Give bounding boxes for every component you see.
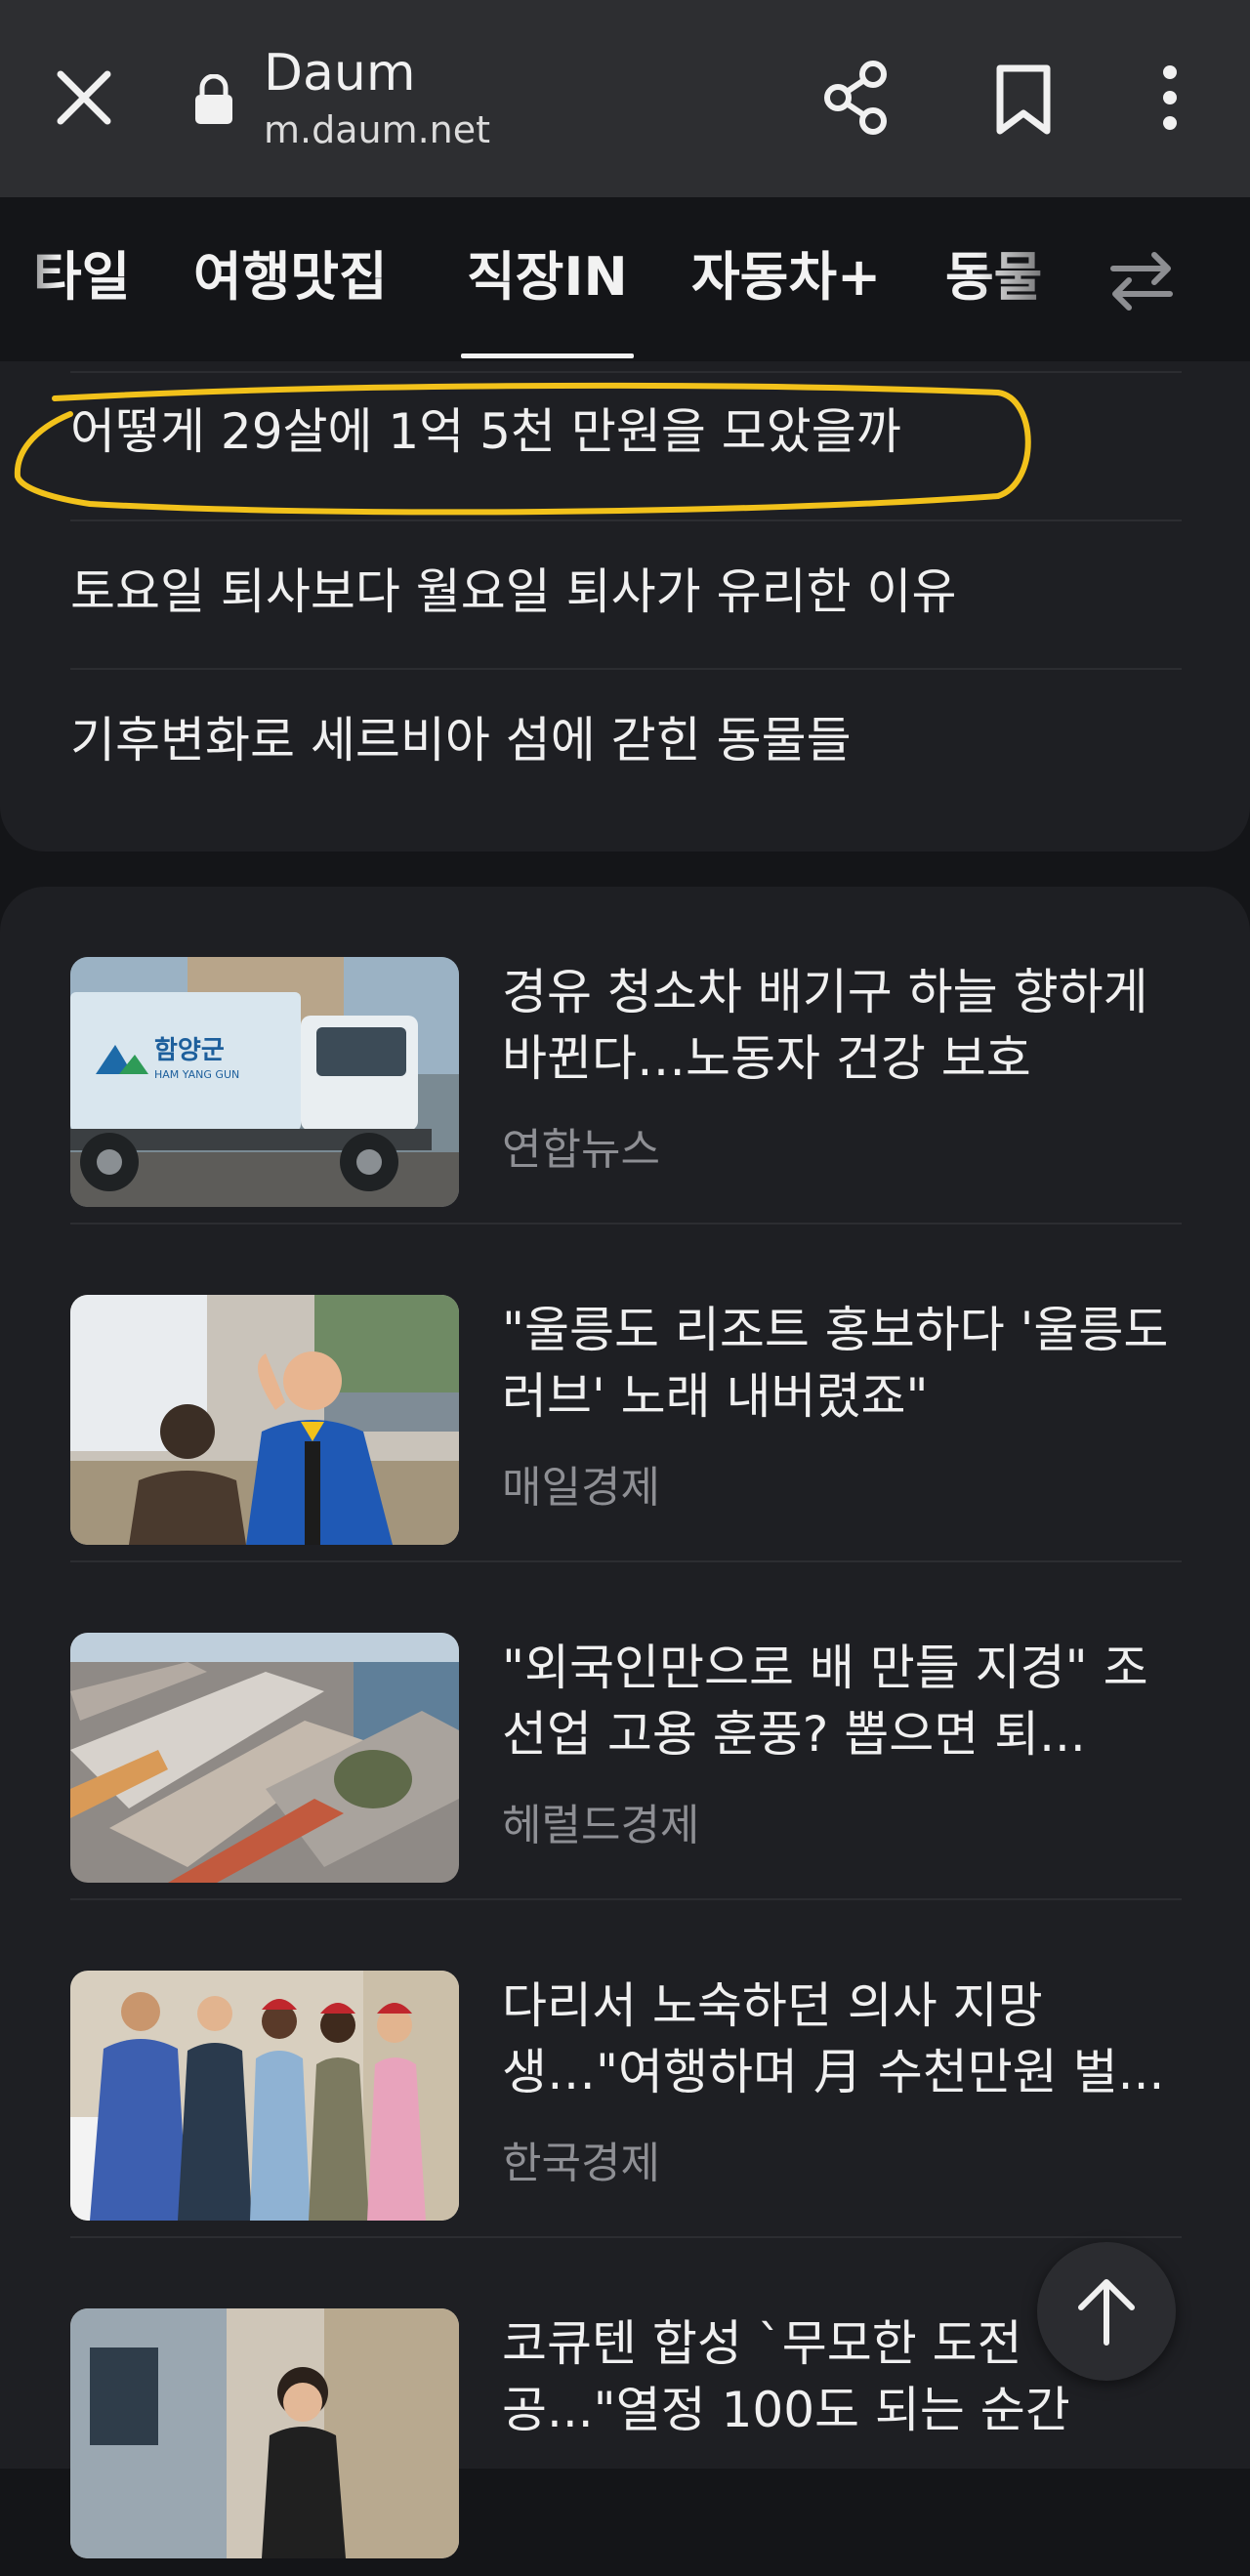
close-icon: [57, 70, 111, 125]
tab-fade-right: [977, 197, 1094, 371]
headline-item[interactable]: 토요일 퇴사보다 월요일 퇴사가 유리한 이유: [70, 561, 1184, 623]
news-title: "외국인만으로 배 만들 지경" 조선업 고용 훈풍? 뽑으면 퇴...: [502, 1640, 1148, 1763]
headline-item[interactable]: 기후변화로 세르비아 섬에 갇힌 동물들: [70, 709, 1184, 771]
news-source: 한국경제: [502, 2139, 660, 2188]
news-thumbnail: [70, 1295, 459, 1545]
news-thumbnail: 함양군 HAM YANG GUN: [70, 957, 459, 1207]
news-thumbnail: [70, 1971, 459, 2221]
tab-edit-button[interactable]: [1105, 241, 1178, 319]
arrow-up-icon: [1078, 2279, 1135, 2346]
tab-workplace[interactable]: 직장IN: [461, 236, 634, 358]
thumb-logo-text: 함양군: [154, 1036, 225, 1065]
swap-arrows-icon: [1110, 252, 1173, 311]
browser-toolbar: Daum m.daum.net: [0, 0, 1250, 197]
bookmark-icon: [996, 64, 1051, 135]
news-source: 헤럴드경제: [502, 1801, 700, 1850]
tab-travel-food[interactable]: 여행맛집: [193, 236, 388, 318]
office-woman-image: [70, 2308, 459, 2558]
news-item[interactable]: "외국인만으로 배 만들 지경" 조선업 고용 훈풍? 뽑으면 퇴... 헤럴드…: [70, 1562, 1182, 1900]
headline-card: 어떻게 29살에 1억 5천 만원을 모았을까 토요일 퇴사보다 월요일 퇴사가…: [0, 361, 1250, 852]
bookmark-button[interactable]: [986, 61, 1061, 139]
category-tabs: 타일 여행맛집 직장IN 자동차+ 동물: [0, 197, 1250, 371]
share-button[interactable]: [816, 59, 895, 137]
shipyard-aerial-image: [70, 1633, 459, 1883]
thumb-logo-sub: HAM YANG GUN: [154, 1068, 239, 1081]
garbage-truck-image: 함양군 HAM YANG GUN: [70, 957, 459, 1207]
headline-item[interactable]: 어떻게 29살에 1억 5천 만원을 모았을까: [70, 400, 1184, 463]
news-source: 연합뉴스: [502, 1125, 660, 1175]
close-button[interactable]: [47, 61, 121, 135]
news-source: 매일경제: [502, 1463, 660, 1513]
tab-car[interactable]: 자동차+: [691, 236, 881, 318]
scroll-to-top-button[interactable]: [1037, 2242, 1176, 2381]
address-area[interactable]: Daum m.daum.net: [264, 41, 490, 154]
more-vertical-icon: [1163, 65, 1177, 130]
news-title: 다리서 노숙하던 의사 지망생…"여행하며 月 수천만원 벌...: [502, 1977, 1165, 2100]
news-item[interactable]: 함양군 HAM YANG GUN 경유 청소차 배기구 하늘 향하게 바뀐다…노…: [70, 887, 1182, 1225]
news-title: "울릉도 리조트 홍보하다 '울릉도 러브' 노래 내버렸죠": [502, 1302, 1169, 1425]
site-url: m.daum.net: [264, 108, 491, 151]
divider: [70, 371, 1182, 373]
more-options-button[interactable]: [1143, 59, 1197, 137]
share-icon: [824, 61, 887, 135]
news-title: 경유 청소차 배기구 하늘 향하게 바뀐다…노동자 건강 보호: [502, 964, 1148, 1087]
medical-staff-image: [70, 1971, 459, 2221]
divider: [70, 668, 1182, 670]
lock-icon: [195, 74, 232, 124]
news-thumbnail: [70, 2308, 459, 2558]
divider: [70, 519, 1182, 521]
tab-fade-left: [0, 197, 59, 371]
news-item[interactable]: "울릉도 리조트 홍보하다 '울릉도 러브' 노래 내버렸죠" 매일경제: [70, 1225, 1182, 1562]
two-men-statue-image: [70, 1295, 459, 1545]
site-title: Daum: [264, 44, 416, 103]
news-thumbnail: [70, 1633, 459, 1883]
news-item[interactable]: 다리서 노숙하던 의사 지망생…"여행하며 月 수천만원 벌... 한국경제: [70, 1900, 1182, 2238]
news-item[interactable]: 코큐텐 합성 `무모한 도전 공..."열정 100도 되는 순간: [70, 2238, 1182, 2576]
news-card: 함양군 HAM YANG GUN 경유 청소차 배기구 하늘 향하게 바뀐다…노…: [0, 887, 1250, 2558]
